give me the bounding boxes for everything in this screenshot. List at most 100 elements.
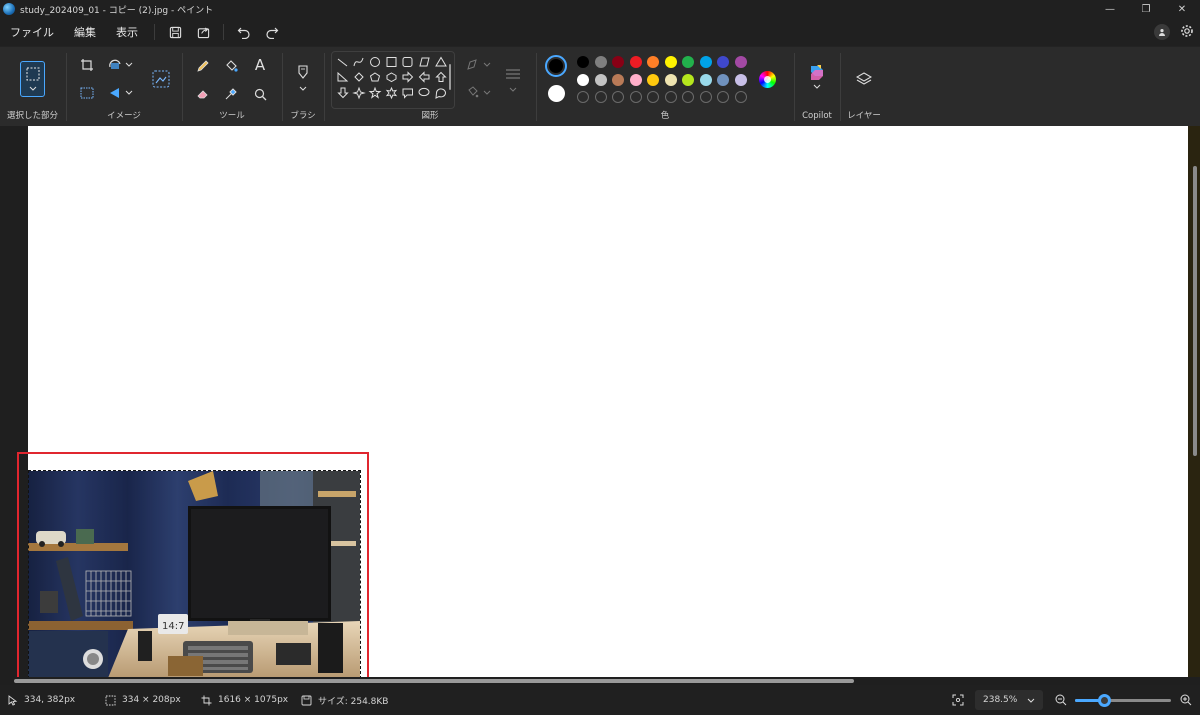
horizontal-scroll-thumb[interactable]: [14, 679, 854, 683]
menu-view[interactable]: 表示: [106, 18, 148, 46]
cursor-position-text: 334, 382px: [24, 695, 76, 705]
color-swatch[interactable]: [734, 73, 747, 86]
highlight-frame: [17, 452, 369, 684]
selection-size-text: 334 × 208px: [122, 695, 181, 705]
color-swatch[interactable]: [717, 73, 729, 86]
custom-color-slot[interactable]: [629, 91, 642, 103]
settings-gear-icon[interactable]: [1180, 24, 1194, 41]
canvas-size-icon: [201, 695, 212, 705]
custom-color-slot[interactable]: [612, 91, 624, 103]
cursor-position: 334, 382px: [8, 685, 75, 715]
shape-outline-icon[interactable]: [465, 57, 493, 73]
zoom-out-icon[interactable]: [1055, 685, 1067, 715]
flip-icon[interactable]: [107, 85, 135, 101]
rotate-icon[interactable]: [107, 57, 135, 73]
copilot-icon[interactable]: [806, 61, 828, 93]
image-group: イメージ: [67, 47, 181, 127]
select-rectangle-button[interactable]: [20, 61, 45, 97]
copilot-group: Copilot: [795, 47, 839, 127]
color-swatch[interactable]: [612, 73, 624, 86]
restore-button[interactable]: ❐: [1128, 0, 1164, 18]
save-icon[interactable]: [161, 18, 189, 46]
window-title: study_202409_01 - コピー (2).jpg - ペイント: [20, 5, 214, 16]
vertical-scrollbar[interactable]: [1188, 126, 1200, 678]
horizontal-scrollbar[interactable]: [0, 677, 1200, 685]
zoom-slider-thumb[interactable]: [1098, 694, 1112, 707]
paint-app-icon: [3, 3, 15, 15]
color-swatch[interactable]: [682, 73, 694, 86]
resize-icon[interactable]: [79, 85, 95, 101]
color-swatch[interactable]: [629, 56, 642, 68]
edit-colors-center: [764, 76, 771, 83]
colors-group-label: 色: [660, 111, 670, 121]
brush-group: ブラシ: [283, 47, 323, 127]
custom-color-slot[interactable]: [717, 91, 729, 103]
color-swatch[interactable]: [699, 73, 712, 86]
custom-color-slot[interactable]: [664, 91, 677, 103]
secondary-color-swatch[interactable]: [548, 85, 565, 102]
pointer-icon: [8, 694, 18, 706]
color-swatch[interactable]: [664, 73, 677, 86]
selection-size: 334 × 208px: [105, 685, 181, 715]
eraser-icon[interactable]: [194, 85, 212, 103]
color-swatch[interactable]: [682, 56, 694, 68]
shapes-scrollbar[interactable]: [449, 64, 451, 90]
file-size: サイズ: 254.8KB: [301, 685, 388, 715]
zoom-in-icon[interactable]: [1180, 685, 1192, 715]
edit-colors-icon[interactable]: [759, 71, 776, 88]
shape-fill-icon[interactable]: [465, 85, 493, 101]
custom-color-slot[interactable]: [734, 91, 747, 103]
zoom-dropdown[interactable]: 238.5%: [975, 690, 1043, 710]
color-swatch[interactable]: [594, 56, 607, 68]
stroke-size-icon[interactable]: [503, 65, 523, 95]
pencil-icon[interactable]: [194, 57, 212, 75]
redo-icon[interactable]: [258, 18, 286, 46]
color-picker-icon[interactable]: [222, 85, 240, 103]
selection-group: 選択した部分: [0, 47, 65, 127]
close-button[interactable]: ✕: [1164, 0, 1200, 18]
custom-color-slot[interactable]: [594, 91, 607, 103]
layers-icon[interactable]: [854, 69, 874, 89]
share-icon[interactable]: [189, 18, 217, 46]
crop-icon[interactable]: [79, 57, 95, 73]
color-swatch[interactable]: [699, 56, 712, 68]
canvas-size-text: 1616 × 1075px: [218, 695, 289, 705]
color-swatch[interactable]: [647, 73, 659, 86]
color-swatch[interactable]: [647, 56, 659, 68]
zoom-out-glyph: [1055, 694, 1067, 706]
primary-color-swatch[interactable]: [545, 55, 567, 77]
custom-color-slot[interactable]: [647, 91, 659, 103]
color-swatch[interactable]: [629, 73, 642, 86]
brush-icon[interactable]: [293, 61, 313, 95]
primary-color-fill: [549, 59, 563, 73]
shapes-gallery[interactable]: [331, 51, 455, 109]
magnifier-icon[interactable]: [251, 85, 269, 103]
text-tool-icon[interactable]: A: [251, 56, 269, 74]
custom-color-slot[interactable]: [682, 91, 694, 103]
menu-file[interactable]: ファイル: [0, 18, 64, 46]
menu-divider: [154, 24, 155, 40]
minimize-button[interactable]: —: [1092, 0, 1128, 18]
color-swatch[interactable]: [734, 56, 747, 68]
color-swatch[interactable]: [577, 56, 589, 68]
account-icon[interactable]: [1154, 24, 1170, 40]
color-swatch[interactable]: [717, 56, 729, 68]
custom-color-slot[interactable]: [699, 91, 712, 103]
color-swatch[interactable]: [612, 56, 624, 68]
tools-group: A ツール: [183, 47, 281, 127]
canvas-workspace[interactable]: 14:7: [0, 126, 1200, 685]
color-swatch[interactable]: [577, 73, 589, 86]
fit-to-window-icon[interactable]: [952, 685, 964, 715]
color-swatch[interactable]: [664, 56, 677, 68]
fill-bucket-icon[interactable]: [222, 57, 240, 75]
undo-icon[interactable]: [230, 18, 258, 46]
remove-background-icon[interactable]: [151, 69, 171, 89]
menu-bar: ファイル 編集 表示: [0, 18, 1200, 46]
vertical-scroll-thumb[interactable]: [1193, 166, 1197, 456]
custom-color-slot[interactable]: [577, 91, 589, 103]
zoom-slider[interactable]: [1075, 694, 1171, 707]
chevron-down-icon: [1027, 698, 1035, 703]
menu-edit[interactable]: 編集: [64, 18, 106, 46]
color-swatch[interactable]: [594, 73, 607, 86]
selection-group-label: 選択した部分: [6, 111, 58, 121]
